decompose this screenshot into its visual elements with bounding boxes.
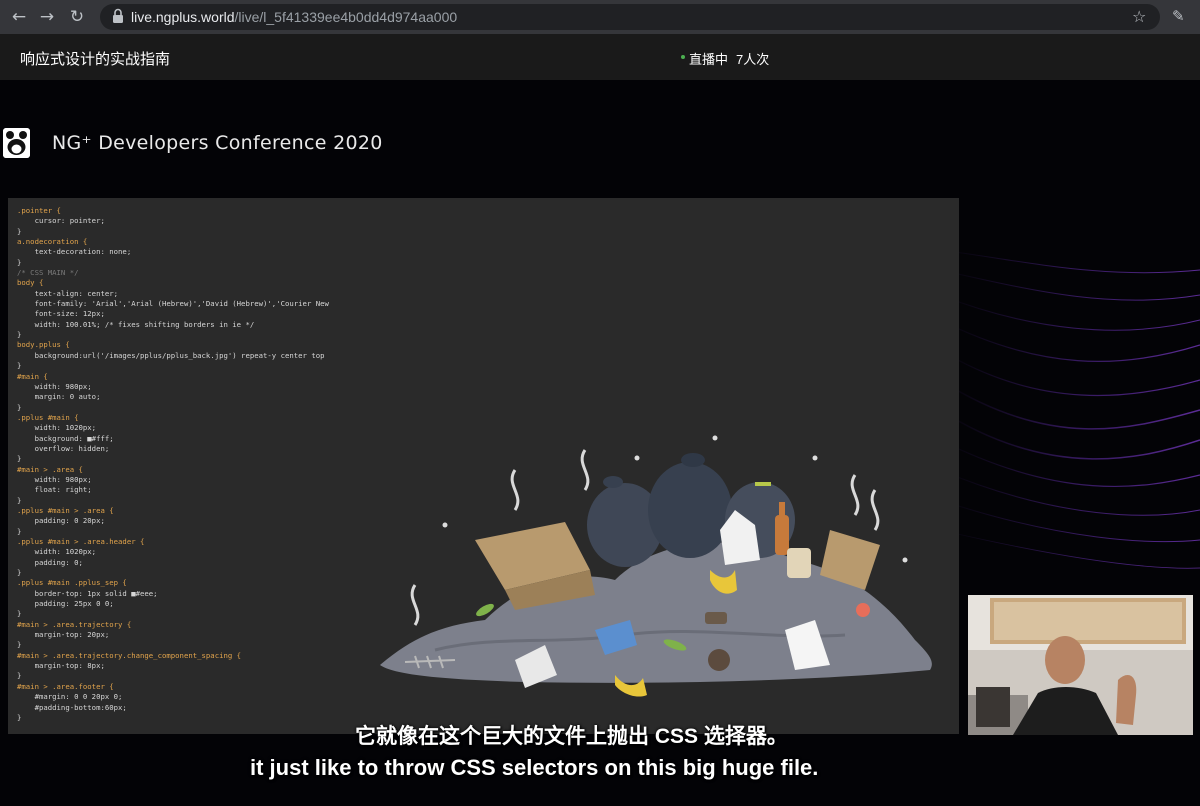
code-line: cursor: pointer; [17,216,105,226]
bookmark-star-icon[interactable]: ☆ [1132,6,1146,28]
code-line: a.nodecoration { [17,237,88,247]
speaker-webcam [968,595,1193,735]
lock-icon[interactable] [112,8,124,24]
code-line: } [17,640,22,650]
code-line: } [17,526,22,536]
code-line: } [17,495,22,505]
code-line: background: ■#fff; [17,433,114,443]
code-line: #padding-bottom:60px; [17,702,127,712]
code-line: width: 980px; [17,381,92,391]
code-line: border-top: 1px solid ■#eee; [17,588,158,598]
page-header [0,34,1200,80]
code-line: #main > .area.footer { [17,681,114,691]
back-icon[interactable]: ← [8,6,30,28]
code-line: margin-top: 20px; [17,630,110,640]
code-line: } [17,361,22,371]
page-title: 响应式设计的实战指南 [20,51,171,68]
live-indicator-dot [681,55,685,59]
code-line: padding: 0 20px; [17,516,105,526]
code-line: float: right; [17,485,92,495]
code-line: padding: 25px 0 0; [17,599,114,609]
code-line: .pplus #main > .area { [17,505,114,515]
conference-title: NG⁺ Developers Conference 2020 [52,132,383,154]
code-line: } [17,402,22,412]
viewer-count: 7人次 [736,52,770,67]
code-line: #main > .area.trajectory { [17,619,132,629]
code-line: width: 1020px; [17,547,97,557]
code-line: #main > .area.trajectory.change_componen… [17,650,242,660]
code-line: body.pplus { [17,340,70,350]
code-line: /* CSS MAIN */ [17,268,79,278]
subtitle-chinese: 它就像在这个巨大的文件上抛出 CSS 选择器。 [355,725,788,748]
code-line: } [17,226,22,236]
code-line: } [17,712,22,722]
url-path: /live/l_5f41339ee4b0dd4d974aa000 [234,9,458,25]
css-code-block: .pointer { cursor: pointer; } a.nodecora… [17,206,329,723]
forward-icon[interactable]: → [36,6,58,28]
code-line: text-decoration: none; [17,247,132,257]
code-line: margin-top: 8px; [17,661,105,671]
code-line: } [17,671,22,681]
code-line: font-size: 12px; [17,309,105,319]
code-line: body { [17,278,44,288]
code-line: .pplus #main > .area.header { [17,537,145,546]
code-line: } [17,609,22,619]
code-line: background:url('/images/pplus/pplus_back… [17,350,325,360]
live-status: 直播中 [689,52,729,67]
extension-icon[interactable]: ✎ [1172,7,1185,25]
code-line: } [17,568,22,578]
code-line: } [17,454,22,464]
reload-icon[interactable]: ↻ [66,6,88,28]
code-line: overflow: hidden; [17,443,110,453]
code-line: #margin: 0 0 20px 0; [17,692,123,702]
code-line: font-family: 'Arial','Arial (Hebrew)','D… [17,299,329,309]
code-line: } [17,257,22,267]
code-line: #main > .area { [17,464,83,474]
code-line: .pplus #main { [17,412,79,422]
url-host: live.ngplus.world [131,9,235,25]
code-line: padding: 0; [17,557,83,567]
code-line: text-align: center; [17,288,119,298]
code-line: .pplus #main .pplus_sep { [17,578,127,588]
garbage-pile-illustration [380,435,932,697]
code-line: #main { [17,371,48,381]
subtitle-english: it just like to throw CSS selectors on t… [250,755,819,780]
code-line: width: 100.01%; /* fixes shifting border… [17,319,255,329]
code-line: } [17,330,22,340]
code-line: width: 980px; [17,474,92,484]
code-line: width: 1020px; [17,423,97,433]
ng-plus-logo [3,128,30,158]
code-line: .pointer { [17,206,61,215]
url-text[interactable]: live.ngplus.world/live/l_5f41339ee4b0dd4… [131,8,457,26]
code-line: margin: 0 auto; [17,392,101,402]
